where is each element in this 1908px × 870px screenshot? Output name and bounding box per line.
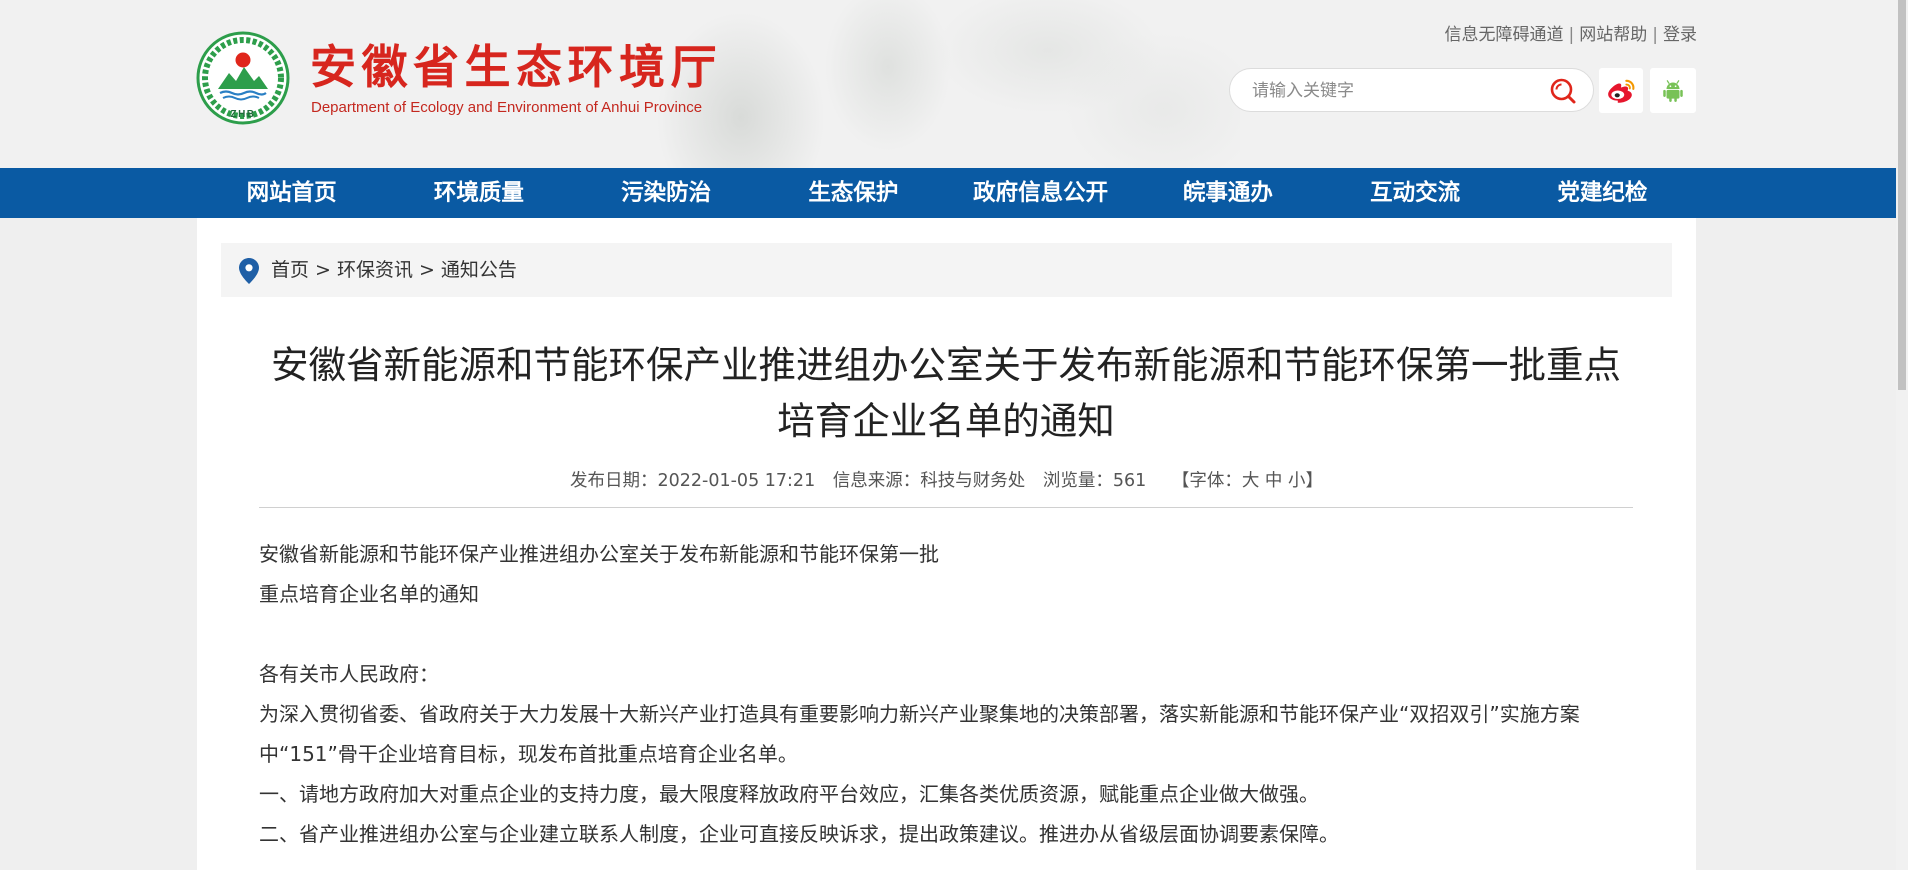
nav-item-interaction[interactable]: 互动交流 — [1322, 168, 1509, 218]
font-size-large[interactable]: 大 — [1242, 471, 1260, 491]
top-links: 信息无障碍通道 | 网站帮助 | 登录 — [1445, 25, 1697, 45]
logo-lettering: ZHB — [230, 109, 255, 120]
site-subtitle: Department of Ecology and Environment of… — [311, 99, 703, 116]
font-size-small[interactable]: 小 — [1288, 471, 1306, 491]
link-separator: | — [1568, 25, 1575, 45]
view-count-label: 浏览量： — [1042, 471, 1113, 491]
search-input[interactable] — [1250, 69, 1534, 113]
info-source-label: 信息来源： — [832, 471, 921, 491]
title-divider — [259, 507, 1633, 508]
article-container: 首页 > 环保资讯 > 通知公告 安徽省新能源和节能环保产业推进组办公室关于发布新能源和… — [197, 218, 1696, 870]
nav-item-pollution-control[interactable]: 污染防治 — [573, 168, 760, 218]
font-size-medium[interactable]: 中 — [1265, 471, 1283, 491]
site-title[interactable]: 安徽省生态环境厅 — [310, 42, 722, 92]
publish-date-label: 发布日期： — [570, 471, 658, 491]
breadcrumb-separator: > — [418, 259, 435, 281]
nav-item-government-disclosure[interactable]: 政府信息公开 — [947, 168, 1134, 218]
font-size-label: 【字体： — [1171, 471, 1242, 491]
weibo-icon — [1608, 79, 1635, 103]
link-separator: | — [1652, 25, 1658, 45]
agency-logo[interactable]: ZHB — [196, 31, 290, 125]
main-nav: 网站首页 环境质量 污染防治 生态保护 政府信息公开 皖事通办 互动交流 党建纪… — [0, 168, 1896, 218]
nav-item-party-discipline[interactable]: 党建纪检 — [1509, 168, 1696, 218]
location-pin-icon — [239, 258, 259, 284]
font-size-switcher: 【字体：大 中 小】 — [1172, 471, 1323, 491]
breadcrumb: 首页 > 环保资讯 > 通知公告 — [221, 243, 1672, 297]
breadcrumb-trail: 首页 > 环保资讯 > 通知公告 — [271, 243, 517, 297]
help-link[interactable]: 网站帮助 — [1579, 25, 1647, 45]
search-box — [1229, 68, 1594, 113]
article-title: 安徽省新能源和节能环保产业推进组办公室关于发布新能源和节能环保第一批重点培育企业… — [271, 343, 1621, 443]
body-paragraph: 一、请地方政府加大对重点企业的支持力度，最大限度释放政府平台效应，汇集各类优质资… — [259, 782, 1319, 806]
view-count-value: 561 — [1112, 471, 1147, 491]
search-icon[interactable] — [1549, 77, 1577, 105]
breadcrumb-notices[interactable]: 通知公告 — [441, 259, 517, 281]
article-meta: 发布日期：2022-01-05 17:21 信息来源：科技与财务处 浏览量：56… — [197, 469, 1696, 493]
publish-date: 发布日期：2022-01-05 17:21 — [570, 471, 815, 491]
publish-date-value: 2022-01-05 17:21 — [657, 471, 816, 491]
body-paragraph: 为深入贯彻省委、省政府关于大力发展十大新兴产业打造具有重要影响力新兴产业聚集地的… — [259, 702, 1580, 766]
nav-items: 网站首页 环境质量 污染防治 生态保护 政府信息公开 皖事通办 互动交流 党建纪… — [198, 168, 1696, 218]
vertical-scrollbar[interactable] — [1896, 0, 1908, 870]
site-header: ZHB 安徽省生态环境厅 Department of Ecology and E… — [0, 0, 1896, 168]
body-heading-line-2: 重点培育企业名单的通知 — [259, 582, 479, 606]
nav-item-ecological-protection[interactable]: 生态保护 — [760, 168, 947, 218]
weibo-button[interactable] — [1599, 68, 1643, 113]
body-salutation: 各有关市人民政府： — [259, 662, 439, 686]
breadcrumb-news[interactable]: 环保资讯 — [337, 259, 413, 281]
view-count: 浏览量：561 — [1043, 471, 1146, 491]
android-app-button[interactable] — [1650, 68, 1696, 113]
scrollbar-thumb[interactable] — [1898, 0, 1906, 390]
login-link[interactable]: 登录 — [1663, 25, 1697, 45]
body-heading-line-1: 安徽省新能源和节能环保产业推进组办公室关于发布新能源和节能环保第一批 — [259, 542, 939, 566]
article-body: 安徽省新能源和节能环保产业推进组办公室关于发布新能源和节能环保第一批 重点培育企… — [259, 534, 1633, 854]
nav-item-environment-quality[interactable]: 环境质量 — [385, 168, 572, 218]
font-size-close-bracket: 】 — [1305, 471, 1324, 491]
breadcrumb-separator: > — [315, 259, 331, 281]
body-paragraph: 二、省产业推进组办公室与企业建立联系人制度，企业可直接反映诉求，提出政策建议。推… — [259, 822, 1339, 846]
nav-item-home[interactable]: 网站首页 — [198, 168, 385, 218]
nav-item-online-services[interactable]: 皖事通办 — [1134, 168, 1321, 218]
breadcrumb-home[interactable]: 首页 — [271, 259, 309, 281]
android-icon — [1663, 79, 1683, 102]
info-source: 信息来源：科技与财务处 — [833, 471, 1026, 491]
accessibility-link[interactable]: 信息无障碍通道 — [1445, 25, 1564, 45]
page: ZHB 安徽省生态环境厅 Department of Ecology and E… — [0, 0, 1896, 870]
info-source-value: 科技与财务处 — [920, 471, 1026, 491]
